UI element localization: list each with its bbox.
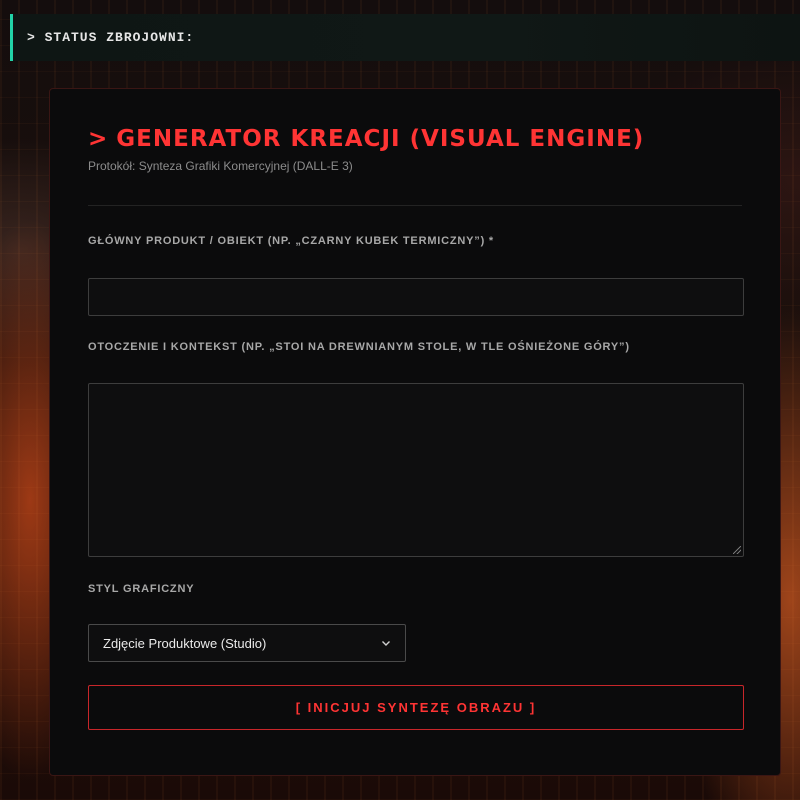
generator-panel: > GENERATOR KREACJI (VISUAL ENGINE) Prot… — [49, 88, 781, 776]
divider — [88, 205, 742, 206]
style-label: STYL GRAFICZNY — [88, 583, 195, 595]
panel-subtitle: Protokół: Synteza Grafiki Komercyjnej (D… — [88, 159, 353, 173]
panel-title: > GENERATOR KREACJI (VISUAL ENGINE) — [88, 126, 742, 152]
status-bar: > STATUS ZBROJOWNI: — [10, 14, 800, 61]
chevron-right-icon: > — [88, 126, 109, 152]
product-label: GŁÓWNY PRODUKT / OBIEKT (NP. „CZARNY KUB… — [88, 235, 494, 247]
resize-handle-icon[interactable] — [733, 546, 741, 554]
context-textarea[interactable] — [88, 383, 744, 557]
style-select[interactable]: Zdjęcie Produktowe (Studio) — [88, 624, 406, 662]
status-text: > STATUS ZBROJOWNI: — [27, 30, 195, 45]
panel-title-text: GENERATOR KREACJI (VISUAL ENGINE) — [116, 126, 645, 152]
context-label: OTOCZENIE I KONTEKST (NP. „STOI NA DREWN… — [88, 341, 630, 353]
chevron-down-icon — [382, 641, 390, 646]
product-input[interactable] — [88, 278, 744, 316]
generate-image-button[interactable]: [ INICJUJ SYNTEZĘ OBRAZU ] — [88, 685, 744, 730]
style-selected-value: Zdjęcie Produktowe (Studio) — [103, 635, 267, 651]
